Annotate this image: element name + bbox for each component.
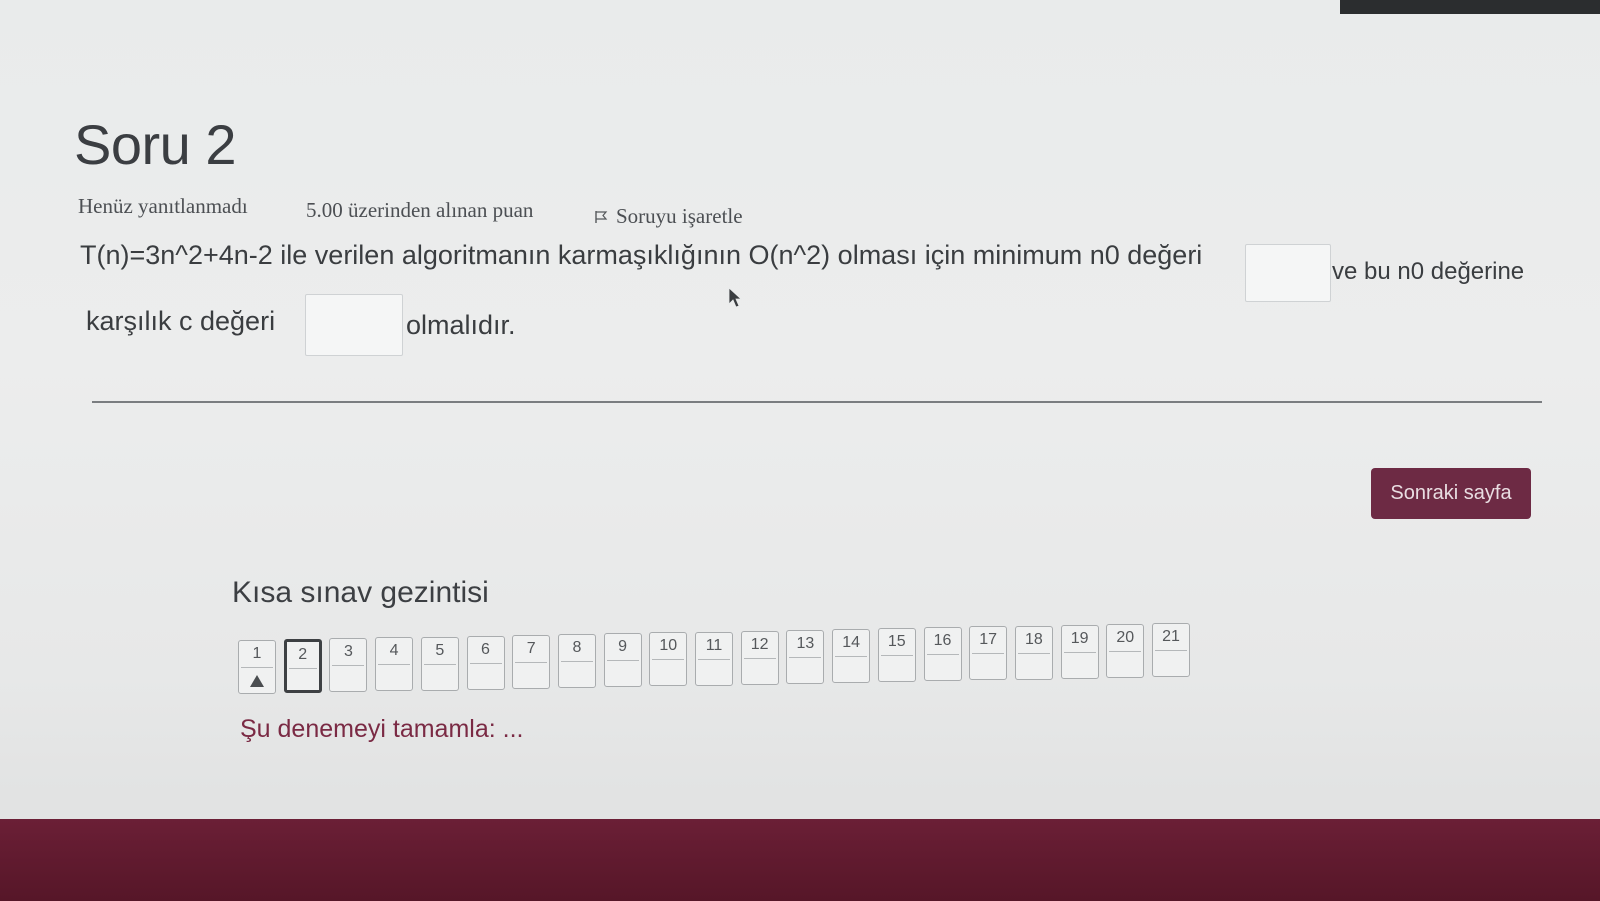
quiz-nav-number: 9 [618,638,628,656]
quiz-nav-status-area [972,653,1005,677]
flag-icon [595,211,608,223]
quiz-nav-status-area [332,665,365,689]
quiz-nav-status-area [789,656,822,681]
c-answer-input[interactable] [305,294,403,356]
quiz-nav-button-21[interactable]: 21 [1152,623,1190,677]
quiz-nav-button-6[interactable]: 6 [466,635,505,690]
quiz-nav-button-12[interactable]: 12 [740,630,779,685]
quiz-nav-number: 5 [435,641,445,659]
quiz-nav-number: 11 [705,636,723,654]
question-grade: 5.00 üzerinden alınan puan [306,198,534,222]
quiz-nav-number: 8 [572,639,582,657]
quiz-nav-button-11[interactable]: 11 [695,631,733,686]
quiz-nav-number: 15 [887,633,906,651]
quiz-nav-status-area [1063,651,1096,676]
quiz-nav-button-10[interactable]: 10 [649,632,688,687]
quiz-nav-status-area [606,660,639,684]
quiz-nav-number: 14 [842,633,860,651]
quiz-nav-number: 20 [1116,628,1135,646]
quiz-nav-status-area [469,662,502,687]
quiz-nav-button-2[interactable]: 2 [283,639,322,694]
quiz-nav-button-17[interactable]: 17 [969,626,1008,681]
quiz-nav-status-area [926,654,959,678]
quiz-nav-number: 6 [481,640,490,658]
quiz-nav-number: 21 [1162,628,1180,645]
quiz-nav-number: 7 [526,639,536,657]
quiz-nav-status-area [652,659,685,683]
quiz-nav-number: 18 [1024,630,1043,648]
quiz-nav-number: 16 [933,632,952,650]
quiz-nav-number: 2 [298,646,308,664]
quiz-nav-button-13[interactable]: 13 [786,629,825,684]
quiz-nav-number: 19 [1070,629,1089,647]
quiz-nav-button-7[interactable]: 7 [512,634,551,689]
quiz-nav-button-14[interactable]: 14 [832,628,871,683]
quiz-nav-number: 12 [750,635,769,653]
question-state: Henüz yanıtlanmadı [78,194,248,218]
quiz-nav-button-5[interactable]: 5 [420,636,459,691]
quiz-nav-status-area [698,658,730,683]
quiz-nav-button-8[interactable]: 8 [557,634,596,689]
question-text-part2: ve bu n0 değerine [1332,258,1525,285]
n0-answer-input[interactable] [1245,244,1331,302]
quiz-nav-button-3[interactable]: 3 [329,638,368,693]
quiz-nav-status-area [515,661,548,686]
quiz-nav-button-20[interactable]: 20 [1106,623,1145,678]
quiz-nav-number: 1 [252,645,262,662]
mouse-pointer-icon [728,287,742,308]
quiz-nav-button-4[interactable]: 4 [375,637,414,692]
question-text-part3: karşılık c değeri [86,306,276,336]
quiz-nav-number: 4 [389,642,399,660]
quiz-nav-number: 17 [979,631,998,649]
quiz-nav-number: 13 [796,634,815,652]
quiz-nav-number: 3 [343,643,353,661]
flagged-triangle-icon [250,675,264,687]
quiz-nav-status-area [743,657,776,682]
quiz-nav-status-area [423,663,456,688]
next-page-button[interactable]: Sonraki sayfa [1371,468,1531,519]
quiz-nav-status-area [1017,652,1050,677]
quiz-nav-status-area [835,655,868,680]
quiz-nav-status-area [1109,650,1142,675]
quiz-nav-button-18[interactable]: 18 [1014,625,1053,680]
quiz-nav-button-1[interactable]: 1 [238,640,276,694]
quiz-nav-button-9[interactable]: 9 [603,633,642,688]
quiz-nav-status-area [560,661,593,685]
quiz-navigation-heading: Kısa sınav gezintisi [232,576,489,609]
quiz-nav-number: 10 [659,637,678,655]
quiz-nav-status-area [880,655,913,679]
quiz-nav-status-area [288,668,317,688]
question-text-part4: olmalıdır. [406,310,516,340]
quiz-nav-button-15[interactable]: 15 [877,628,916,683]
section-divider [92,401,1542,403]
quiz-nav-status-area [378,664,411,688]
finish-attempt-link[interactable]: Şu denemeyi tamamla: ... [240,715,523,744]
flag-question-label: Soruyu işaretle [616,204,743,228]
quiz-nav-button-16[interactable]: 16 [923,627,962,682]
footer-bar [0,819,1600,901]
question-title: Soru 2 [74,113,237,176]
question-text-part1: T(n)=3n^2+4n-2 ile verilen algoritmanın … [80,240,1203,270]
quiz-nav-button-19[interactable]: 19 [1060,624,1099,679]
quiz-nav-status-area [1155,650,1187,674]
flag-question-link[interactable]: Soruyu işaretle [594,204,743,229]
top-window-strip [1340,0,1600,14]
